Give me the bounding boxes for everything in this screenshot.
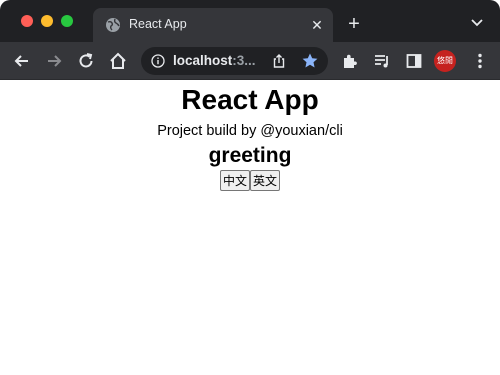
globe-icon <box>105 17 121 33</box>
share-icon[interactable] <box>271 53 287 69</box>
side-panel-icon[interactable] <box>404 51 424 71</box>
browser-toolbar: localhost:3... 悠閒 <box>0 42 500 80</box>
page-content: React App Project build by @youxian/cli … <box>0 80 500 375</box>
bookmark-star-icon[interactable] <box>301 52 319 70</box>
profile-avatar[interactable]: 悠閒 <box>434 50 456 72</box>
media-queue-icon[interactable] <box>372 51 392 71</box>
more-menu-icon[interactable] <box>470 51 490 71</box>
back-arrow-icon[interactable] <box>12 51 32 71</box>
page-title: React App <box>181 84 319 115</box>
browser-window: React App ✕ + localhost:3... 悠閒 React Ap… <box>0 0 500 375</box>
tab-strip: React App ✕ + <box>0 0 500 42</box>
chinese-language-button[interactable]: 中文 <box>219 170 250 191</box>
url-host: localhost <box>173 53 233 68</box>
window-close-button[interactable] <box>21 15 33 27</box>
url-text: localhost:3... <box>173 53 256 68</box>
page-subtitle: Project build by @youxian/cli <box>157 123 343 139</box>
language-buttons: 中文 英文 <box>0 170 500 192</box>
extensions-puzzle-icon[interactable] <box>340 51 360 71</box>
new-tab-icon[interactable]: + <box>344 14 364 34</box>
home-icon[interactable] <box>108 51 128 71</box>
tab-close-icon[interactable]: ✕ <box>309 17 325 33</box>
forward-arrow-icon[interactable] <box>44 51 64 71</box>
english-language-button[interactable]: 英文 <box>250 170 281 191</box>
url-rest: :3... <box>232 53 256 68</box>
reload-icon[interactable] <box>76 51 96 71</box>
info-icon[interactable] <box>151 54 165 68</box>
greeting-heading: greeting <box>208 144 292 167</box>
tab-title: React App <box>129 17 187 31</box>
address-bar[interactable]: localhost:3... <box>141 47 328 75</box>
tab-active[interactable]: React App ✕ <box>93 8 333 42</box>
window-maximize-button[interactable] <box>61 15 73 27</box>
chevron-down-icon[interactable] <box>468 16 486 30</box>
window-minimize-button[interactable] <box>41 15 53 27</box>
